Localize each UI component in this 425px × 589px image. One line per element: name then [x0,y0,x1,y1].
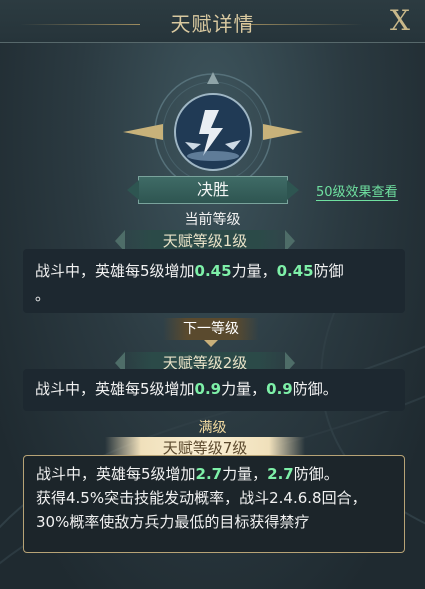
desc-text: 战斗中，英雄每5级增加 [36,465,196,483]
max-level-description: 战斗中，英雄每5级增加2.7力量，2.7防御。 获得4.5%突击技能发动概率，战斗… [23,455,405,553]
window-title: 天赋详情 [170,12,255,36]
desc-text: 战斗中，英雄每5级增加 [35,262,195,280]
next-level-heading: 下一等级 [163,318,259,340]
close-button[interactable]: X [383,6,417,36]
talent-detail-panel: 天赋详情 X 决胜 50级效果查看 当前等级 天赋等级1级 战斗中，英雄每5级增… [0,0,425,589]
desc-text: 战斗中，英雄每5级增加 [35,380,195,398]
desc-text: 防御。 [293,465,339,483]
desc-text: 。 [35,286,51,304]
desc-text: 防御 [313,262,344,280]
current-level-heading: 当前等级 [184,212,241,228]
talent-name-banner: 决胜 [127,176,299,204]
desc-value-strength: 0.45 [194,262,232,280]
current-level-description: 战斗中，英雄每5级增加0.45力量，0.45防御。 [23,249,405,313]
desc-text: 力量， [222,465,268,483]
desc-value-defense: 2.7 [267,465,294,483]
desc-text: 防御。 [292,380,338,398]
next-level-description: 战斗中，英雄每5级增加0.9力量，0.9防御。 [23,369,405,411]
desc-value-strength: 2.7 [195,465,223,483]
level50-effect-link[interactable]: 50级效果查看 [316,181,398,201]
title-bar: 天赋详情 X [0,0,425,43]
desc-value-strength: 0.9 [194,380,222,398]
desc-text: 力量， [231,262,277,280]
desc-extra-text: 获得4.5%突击技能发动概率，战斗2.4.6.8回合，30%概率使敌方兵力最低的… [36,489,367,531]
max-level-heading: 满级 [198,420,227,436]
desc-value-defense: 0.45 [276,262,314,280]
talent-emblem [123,72,303,190]
desc-value-defense: 0.9 [266,380,293,398]
desc-text: 力量， [221,380,267,398]
down-arrow-icon [204,340,218,347]
